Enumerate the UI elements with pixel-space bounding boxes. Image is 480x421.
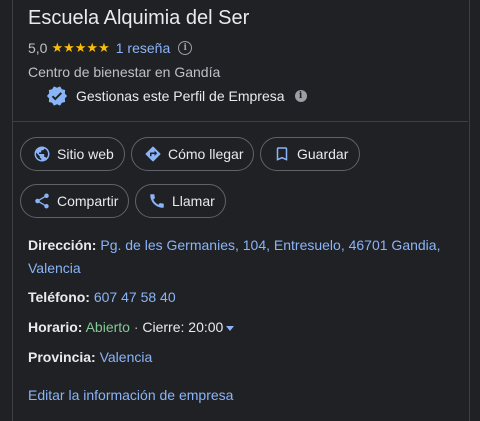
star-rating-icon: ★★★★★ (51, 40, 110, 55)
edit-business-info-link[interactable]: Editar la información de empresa (28, 387, 233, 403)
business-category: Centro de bienestar en Gandía (28, 64, 221, 80)
call-button[interactable]: Llamar (135, 184, 226, 218)
share-label: Compartir (57, 193, 119, 209)
hours-row: Horario: Abierto · Cierre: 20:00 (28, 316, 453, 339)
verified-badge-icon (46, 86, 68, 106)
business-name: Escuela Alquimia del Ser (28, 7, 250, 29)
directions-button[interactable]: Cómo llegar (131, 137, 254, 171)
hours-label: Horario: (28, 319, 83, 335)
website-button[interactable]: Sitio web (20, 137, 125, 171)
rating-row: 5,0 ★★★★★ 1 reseña i (28, 40, 193, 56)
rating-value: 5,0 (28, 40, 48, 56)
address-label: Dirección: (28, 237, 97, 253)
phone-icon (150, 194, 164, 208)
province-label: Provincia: (28, 349, 96, 365)
info-icon[interactable]: i (294, 90, 307, 102)
directions-icon (145, 146, 161, 162)
chevron-down-icon (226, 325, 235, 331)
call-label: Llamar (172, 193, 215, 209)
reviews-link[interactable]: 1 reseña (116, 40, 170, 56)
save-button[interactable]: Guardar (260, 137, 360, 171)
website-label: Sitio web (57, 146, 114, 162)
phone-row: Teléfono: 607 47 58 40 (28, 286, 453, 309)
hours-close: Cierre: 20:00 (142, 319, 224, 335)
info-icon[interactable]: i (178, 41, 193, 55)
managed-profile-row: Gestionas este Perfil de Empresa i (46, 85, 307, 107)
address-row: Dirección: Pg. de les Germanies, 104, En… (28, 234, 453, 280)
bookmark-icon (276, 147, 288, 161)
globe-icon (34, 146, 50, 162)
phone-link[interactable]: 607 47 58 40 (94, 289, 176, 305)
hours-dropdown[interactable]: Abierto · Cierre: 20:00 (86, 319, 235, 335)
hours-status: Abierto (85, 319, 130, 335)
hours-separator: · (129, 319, 143, 335)
save-label: Guardar (297, 146, 349, 162)
phone-label: Teléfono: (28, 289, 90, 305)
share-icon (35, 193, 49, 209)
directions-label: Cómo llegar (168, 146, 244, 162)
province-row: Provincia: Valencia (28, 346, 453, 369)
divider (12, 121, 468, 122)
province-link[interactable]: Valencia (100, 349, 153, 365)
share-button[interactable]: Compartir (20, 184, 129, 218)
managed-profile-text: Gestionas este Perfil de Empresa (76, 88, 285, 104)
